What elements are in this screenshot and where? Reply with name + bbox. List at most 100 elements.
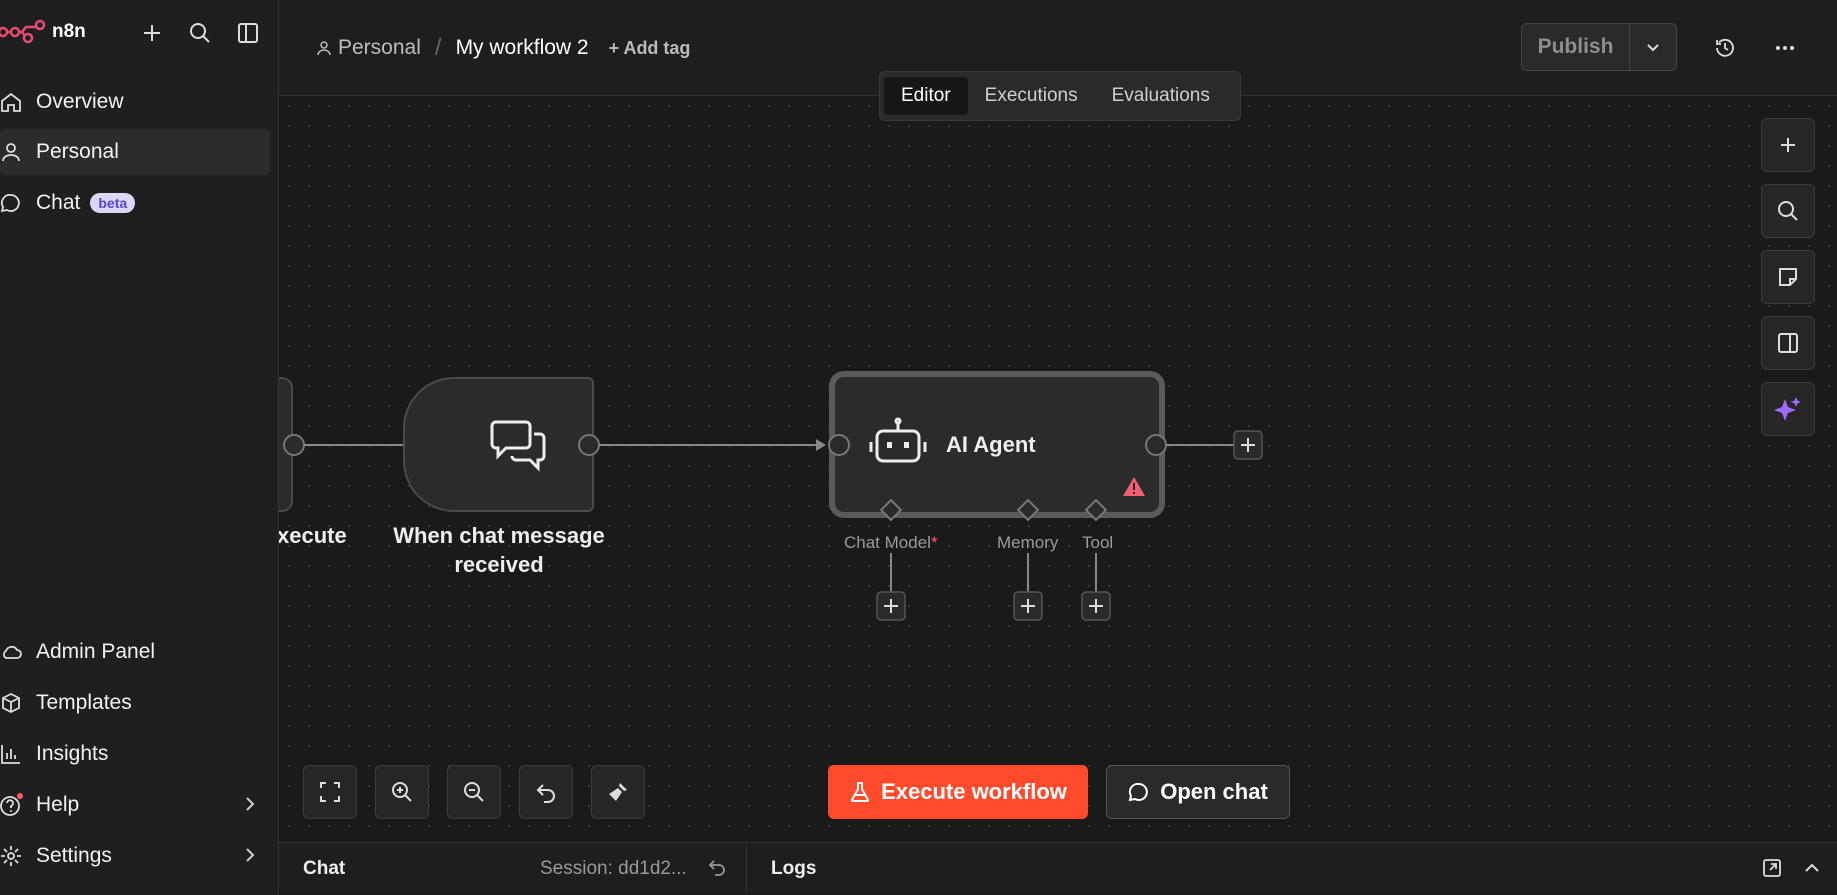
- chat-trigger-node: [403, 377, 594, 512]
- panel-right-icon: [1778, 333, 1798, 353]
- chat-panel-tab[interactable]: Chat: [303, 858, 345, 880]
- sidebar-item-personal[interactable]: Personal: [0, 129, 270, 175]
- session-id: Session: dd1d2...: [540, 858, 687, 879]
- chat-icon: [1128, 782, 1149, 802]
- breadcrumb-separator: /: [434, 34, 442, 61]
- reset-session-icon[interactable]: [707, 858, 727, 878]
- undo-button[interactable]: [519, 765, 573, 819]
- box-icon: [0, 692, 36, 714]
- n8n-logo-icon: [0, 19, 46, 44]
- history-icon: [1716, 38, 1734, 57]
- chat-trigger-node-label: When chat message received: [389, 521, 609, 579]
- broom-icon: [609, 783, 627, 801]
- zoom-in-icon: [392, 782, 412, 802]
- sidebar-item-label: Admin Panel: [36, 640, 156, 663]
- sidebar-toggle-icon: [238, 23, 258, 43]
- workflow-canvas[interactable]: xecute When chat message received AI Age…: [279, 96, 1837, 842]
- more-horizontal-icon: [1776, 46, 1794, 50]
- toggle-sidebar-button[interactable]: [233, 18, 263, 48]
- search-icon: [190, 23, 210, 43]
- plus-icon: [1781, 138, 1795, 152]
- sidebar-item-templates[interactable]: Templates: [0, 680, 270, 726]
- plus-icon: [144, 25, 160, 41]
- required-mark: *: [930, 533, 938, 552]
- toggle-panel-button[interactable]: [1761, 316, 1815, 370]
- ai-assistant-button[interactable]: [1761, 382, 1815, 436]
- add-sticky-note-button[interactable]: [1761, 250, 1815, 304]
- sidebar-item-label: Chat: [36, 191, 81, 214]
- output-handle: [1145, 434, 1167, 456]
- logs-panel-tab[interactable]: Logs: [771, 858, 816, 880]
- chevron-right-icon: [246, 848, 255, 862]
- sidebar-item-insights[interactable]: Insights: [0, 731, 270, 777]
- tab-evaluations[interactable]: Evaluations: [1095, 77, 1227, 115]
- bar-chart-icon: [0, 743, 36, 765]
- breadcrumb-project[interactable]: Personal: [338, 36, 421, 60]
- cloud-icon: [0, 641, 36, 663]
- sparkle-icon: [1774, 397, 1801, 421]
- sidebar-item-label: Personal: [36, 140, 119, 163]
- fullscreen-icon: [320, 782, 340, 802]
- publish-button-group: Publish: [1521, 23, 1677, 71]
- tab-editor[interactable]: Editor: [884, 77, 968, 115]
- view-tabs: Editor Executions Evaluations: [879, 71, 1241, 121]
- sidebar-item-label: Help: [36, 793, 80, 816]
- tool-label: Tool: [1082, 533, 1114, 552]
- chat-model-label: Chat Model*: [844, 533, 938, 553]
- n8n-app: n8n Overview Personal Chat beta Admin Pa…: [0, 0, 1837, 895]
- brand[interactable]: n8n: [0, 14, 86, 50]
- pop-out-icon[interactable]: [1762, 858, 1782, 878]
- open-chat-button[interactable]: Open chat: [1106, 765, 1290, 819]
- output-handle: [283, 434, 305, 456]
- open-chat-label: Open chat: [1160, 779, 1268, 804]
- user-icon: [317, 41, 331, 56]
- chat-trigger-label-line2: received: [454, 552, 544, 577]
- fit-view-button[interactable]: [303, 765, 357, 819]
- search-button[interactable]: [185, 18, 215, 48]
- help-icon: [0, 792, 36, 818]
- ai-agent-label: AI Agent: [946, 432, 1036, 457]
- publish-button[interactable]: Publish: [1522, 24, 1630, 70]
- flask-icon: [851, 782, 870, 802]
- chat-icon: [0, 192, 36, 214]
- publish-dropdown-button[interactable]: [1630, 24, 1676, 70]
- add-tag-button[interactable]: + Add tag: [609, 38, 691, 59]
- workflow-name[interactable]: My workflow 2: [456, 36, 589, 60]
- zoom-out-button[interactable]: [447, 765, 501, 819]
- tidy-up-button[interactable]: [591, 765, 645, 819]
- add-node-button[interactable]: [1761, 118, 1815, 172]
- memory-label: Memory: [997, 533, 1059, 552]
- search-nodes-button[interactable]: [1761, 184, 1815, 238]
- zoom-out-icon: [464, 782, 484, 802]
- chevron-right-icon: [246, 797, 255, 811]
- bottom-panel-bar: Chat Session: dd1d2... Logs: [279, 842, 1837, 893]
- sticky-note-icon: [1779, 268, 1797, 286]
- sidebar-item-chat[interactable]: Chat beta: [0, 180, 270, 226]
- output-handle: [578, 434, 600, 456]
- execute-workflow-label: Execute workflow: [881, 779, 1067, 804]
- search-icon: [1778, 201, 1798, 221]
- canvas-graph: [279, 371, 1263, 621]
- create-button[interactable]: [137, 18, 167, 48]
- sidebar-item-help[interactable]: Help: [0, 782, 270, 828]
- gear-icon: [0, 845, 36, 867]
- breadcrumb: Personal / My workflow 2 + Add tag: [316, 34, 690, 62]
- chevron-up-icon[interactable]: [1802, 858, 1822, 878]
- sidebar-item-admin-panel[interactable]: Admin Panel: [0, 629, 270, 675]
- chevron-down-icon: [1647, 44, 1659, 52]
- home-icon: [0, 91, 36, 113]
- more-options-button[interactable]: [1769, 32, 1801, 64]
- tab-executions[interactable]: Executions: [968, 77, 1095, 115]
- history-button[interactable]: [1709, 32, 1741, 64]
- chat-trigger-label-line1: When chat message: [393, 523, 605, 548]
- sidebar-item-label: Insights: [36, 742, 109, 765]
- execute-workflow-button[interactable]: Execute workflow: [828, 765, 1088, 819]
- brand-name: n8n: [52, 21, 86, 42]
- sidebar-item-settings[interactable]: Settings: [0, 833, 270, 879]
- zoom-in-button[interactable]: [375, 765, 429, 819]
- sidebar-item-overview[interactable]: Overview: [0, 79, 270, 125]
- sidebar-item-label: Settings: [36, 844, 112, 867]
- sidebar-item-label: Templates: [36, 691, 132, 714]
- user-icon: [0, 141, 36, 163]
- sidebar-item-label: Overview: [36, 90, 124, 113]
